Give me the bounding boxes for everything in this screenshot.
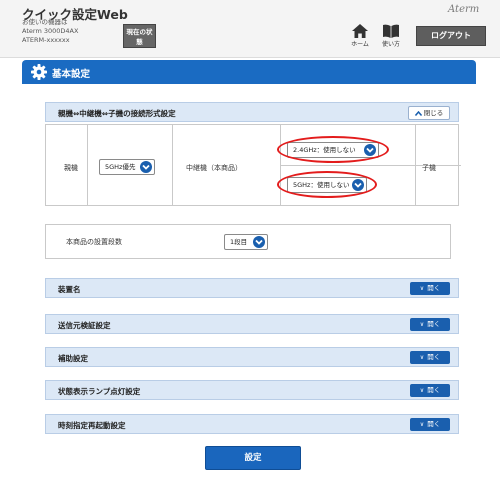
- open-button[interactable]: ∨ 開く: [410, 318, 450, 331]
- gear-icon: [31, 64, 47, 80]
- connection-table: 親機 5GHz優先 中継機（本商品） 2.4GHz：使用しない 5GHz：使用し…: [45, 124, 461, 206]
- panel-title: 状態表示ランプ点灯設定: [58, 387, 141, 396]
- open-button-label: 開く: [427, 284, 441, 292]
- connection-panel-header[interactable]: 親機⇔中継機⇔子機の接続形式設定 閉じる: [45, 102, 459, 122]
- open-button[interactable]: ∨ 開く: [410, 351, 450, 364]
- open-button[interactable]: ∨ 開く: [410, 384, 450, 397]
- open-button[interactable]: ∨ 開く: [410, 418, 450, 431]
- open-button-label: 開く: [427, 353, 441, 361]
- panel-source-verification[interactable]: 送信元検証設定 ∨ 開く: [45, 314, 459, 334]
- panel-auxiliary-settings[interactable]: 補助設定 ∨ 開く: [45, 347, 459, 367]
- chevron-down-icon: [140, 161, 152, 173]
- device-model: Aterm 3000D4AX: [22, 27, 79, 35]
- chevron-down-icon: ∨: [419, 354, 425, 361]
- home-icon: [352, 24, 368, 38]
- current-status-button[interactable]: 現在の状態: [123, 24, 156, 48]
- logout-button[interactable]: ログアウト: [416, 26, 486, 46]
- brand-logo: Aterm: [448, 4, 480, 15]
- home-label: ホーム: [351, 41, 369, 48]
- install-level-label: 本商品の設置段数: [66, 238, 122, 246]
- highlight-ring: [277, 136, 389, 163]
- device-caption: お使いの機器は: [22, 18, 68, 26]
- device-name: ATERM-xxxxxx: [22, 36, 70, 44]
- open-button-label: 開く: [427, 320, 441, 328]
- divider: [87, 125, 88, 205]
- chevron-down-icon: ∨: [419, 285, 425, 292]
- open-button[interactable]: ∨ 開く: [410, 282, 450, 295]
- manual-label: 使い方: [381, 41, 400, 48]
- parent-label: 親機: [64, 164, 78, 172]
- panel-status-lamp[interactable]: 状態表示ランプ点灯設定 ∨ 開く: [45, 380, 459, 400]
- install-level-value: 1段目: [230, 238, 248, 246]
- open-button-label: 開く: [427, 420, 441, 428]
- chevron-down-icon: [253, 236, 265, 248]
- panel-device-name[interactable]: 装置名 ∨ 開く: [45, 278, 459, 298]
- chevron-down-icon: ∨: [419, 387, 425, 394]
- panel-title: 送信元検証設定: [58, 321, 111, 330]
- section-header: 基本設定: [22, 60, 476, 84]
- divider: [172, 125, 173, 205]
- chevron-down-icon: ∨: [419, 421, 425, 428]
- child-label: 子機: [422, 164, 436, 172]
- panel-title: 時刻指定再起動設定: [58, 421, 126, 430]
- parent-band-select[interactable]: 5GHz優先: [99, 159, 155, 175]
- open-button-label: 開く: [427, 386, 441, 394]
- book-icon: [383, 24, 399, 38]
- section-title: 基本設定: [52, 69, 91, 80]
- manual-button[interactable]: 使い方: [378, 24, 404, 48]
- connection-panel-title: 親機⇔中継機⇔子機の接続形式設定: [58, 109, 176, 118]
- divider: [415, 125, 416, 205]
- relay-label: 中継機（本商品）: [186, 164, 242, 172]
- chevron-up-icon: [414, 110, 422, 116]
- close-button[interactable]: 閉じる: [408, 106, 450, 120]
- panel-title: 装置名: [58, 285, 81, 294]
- install-level-row: 本商品の設置段数 1段目: [45, 224, 451, 259]
- parent-band-value: 5GHz優先: [105, 163, 136, 171]
- top-header: クイック設定Web お使いの機器は Aterm 3000D4AX ATERM-x…: [0, 0, 500, 58]
- close-button-label: 閉じる: [423, 109, 444, 117]
- highlight-ring: [277, 171, 377, 198]
- install-level-select[interactable]: 1段目: [224, 234, 268, 250]
- apply-button[interactable]: 設定: [205, 446, 301, 470]
- home-button[interactable]: ホーム: [347, 24, 373, 48]
- chevron-down-icon: ∨: [419, 321, 425, 328]
- panel-title: 補助設定: [58, 354, 88, 363]
- panel-scheduled-reboot[interactable]: 時刻指定再起動設定 ∨ 開く: [45, 414, 459, 434]
